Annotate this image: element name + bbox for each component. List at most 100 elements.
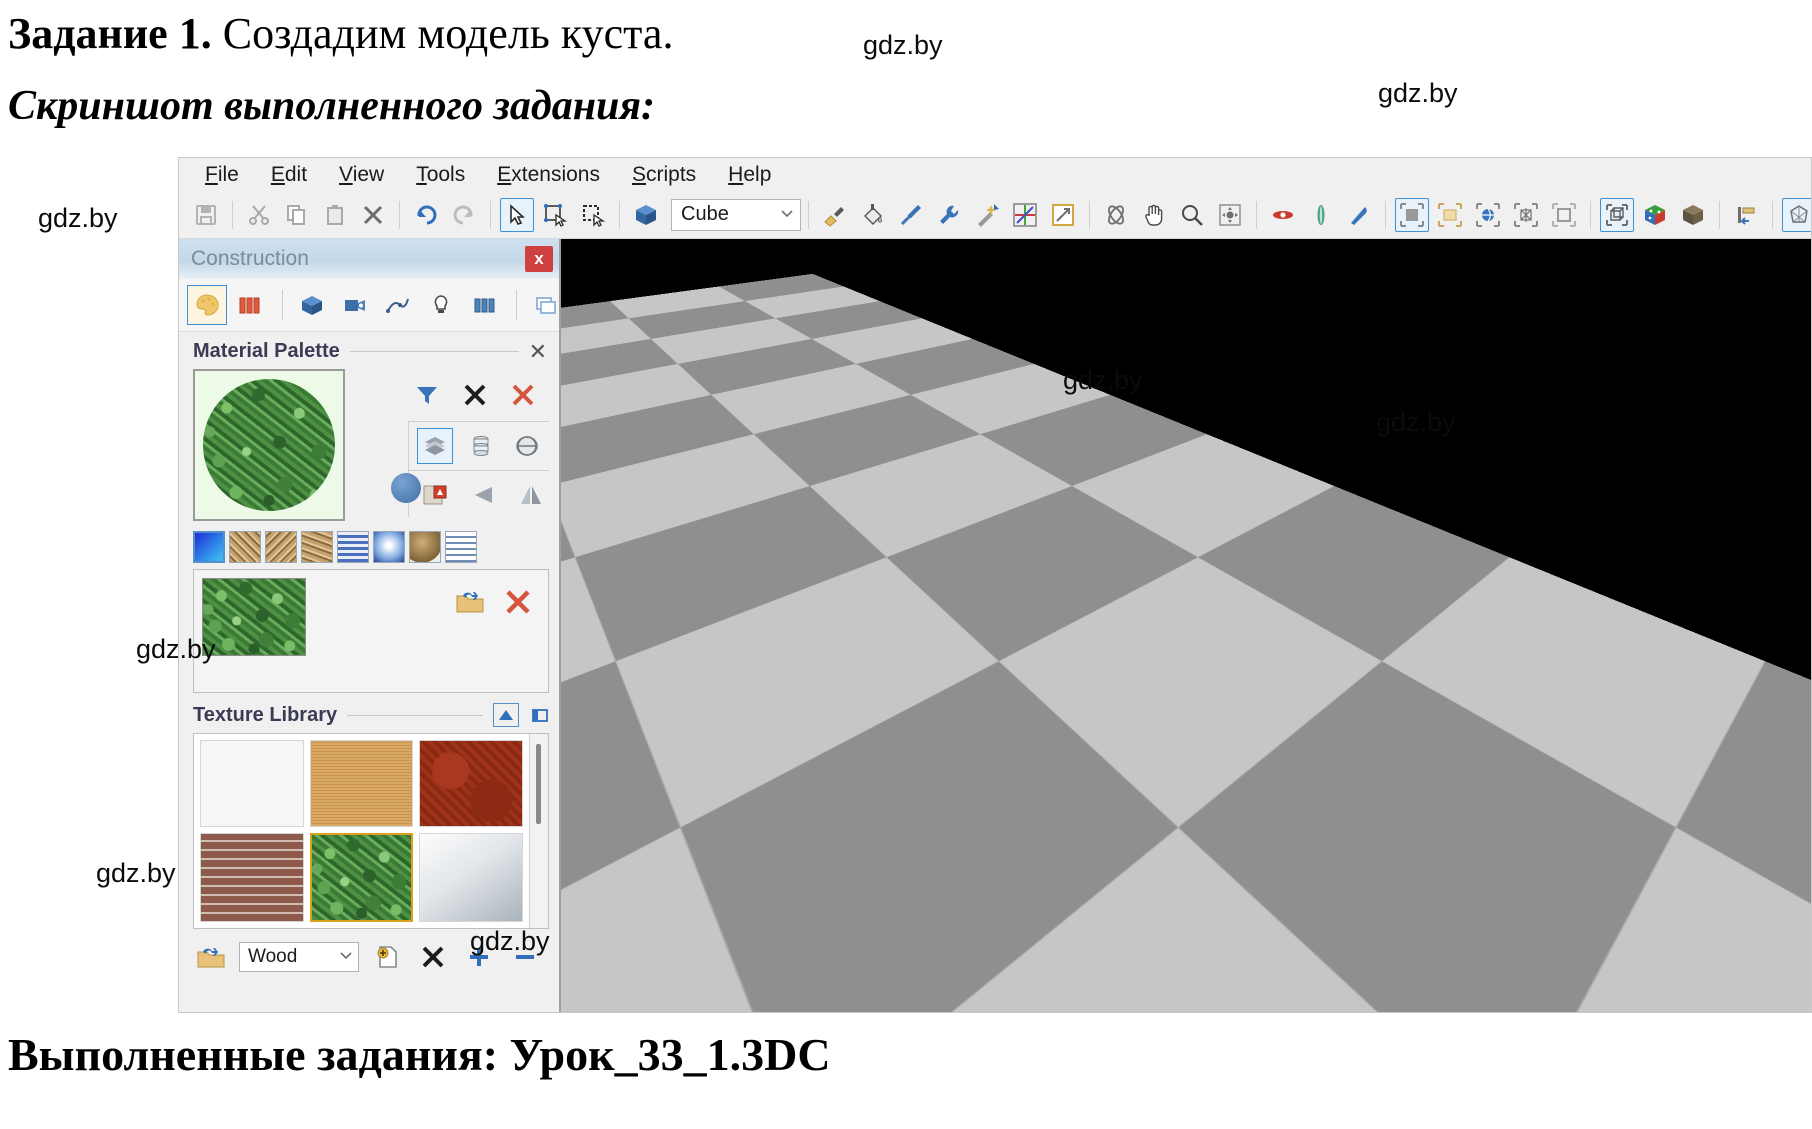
select-region-icon[interactable]	[576, 198, 610, 232]
texture-cube-icon[interactable]	[1676, 198, 1710, 232]
texture-library-grid	[194, 734, 529, 928]
delete-x-icon[interactable]	[415, 939, 451, 975]
viewport-3d[interactable]	[561, 239, 1811, 1013]
light-icon[interactable]	[1304, 198, 1338, 232]
remove-black-x-icon[interactable]	[457, 377, 493, 413]
menu-item-edit[interactable]: Edit	[255, 161, 323, 189]
material-preview[interactable]	[193, 369, 345, 521]
panel-tab-strip	[179, 279, 559, 332]
grass-texture[interactable]	[310, 833, 414, 922]
axis-gizmo-icon[interactable]	[1008, 198, 1042, 232]
books-icon[interactable]	[464, 285, 504, 325]
render-flat-icon[interactable]	[1433, 198, 1467, 232]
select-arrow-icon[interactable]	[500, 198, 534, 232]
flip-left-icon[interactable]	[465, 477, 501, 513]
pan-hand-icon[interactable]	[1137, 198, 1171, 232]
sand3-texture-swatch[interactable]	[301, 531, 333, 563]
color-swatch-dot[interactable]	[391, 473, 421, 503]
delete-red-x-icon[interactable]	[500, 584, 536, 620]
sphere-swatch[interactable]	[409, 531, 441, 563]
menu-item-help[interactable]: Help	[712, 161, 787, 189]
menu-accel-letter: V	[339, 163, 353, 186]
render-globe-icon[interactable]	[1471, 198, 1505, 232]
move-view-icon[interactable]	[1213, 198, 1247, 232]
render-box-icon[interactable]	[1547, 198, 1581, 232]
close-icon[interactable]: x	[525, 246, 553, 272]
sphere-wire-icon[interactable]	[509, 428, 545, 464]
grass-texture[interactable]	[202, 578, 306, 656]
color-cube-icon[interactable]	[1638, 198, 1672, 232]
toolbar-separator	[232, 201, 233, 229]
toolbar-separator	[1590, 201, 1591, 229]
open-folder-icon[interactable]	[193, 939, 229, 975]
zoom-magnifier-icon[interactable]	[1175, 198, 1209, 232]
bush-sphere[interactable]	[1416, 637, 1704, 937]
glow-swatch[interactable]	[373, 531, 405, 563]
mirror-icon[interactable]	[513, 477, 549, 513]
layers-icon[interactable]	[526, 285, 566, 325]
resize-icon[interactable]	[1046, 198, 1080, 232]
sand2-texture-swatch[interactable]	[265, 531, 297, 563]
new-file-icon[interactable]	[369, 939, 405, 975]
sand-texture-swatch[interactable]	[229, 531, 261, 563]
blank-texture[interactable]	[200, 740, 304, 827]
add-plus-icon[interactable]	[461, 939, 497, 975]
redo-icon[interactable]	[447, 198, 481, 232]
delete-red-x-icon[interactable]	[505, 377, 541, 413]
paint-brush-icon[interactable]	[818, 198, 852, 232]
shape-select[interactable]: Cube	[671, 199, 801, 231]
brick-texture[interactable]	[200, 833, 304, 922]
menu-item-file[interactable]: File	[189, 161, 255, 189]
cut-icon[interactable]	[242, 198, 276, 232]
filter-funnel-icon[interactable]	[409, 377, 445, 413]
open-folder-icon[interactable]	[452, 584, 488, 620]
watermark: gdz.by	[863, 30, 943, 61]
library-select[interactable]: Wood	[239, 942, 359, 972]
orbit-icon[interactable]	[1099, 198, 1133, 232]
menu-item-tools[interactable]: Tools	[400, 161, 481, 189]
pen-icon[interactable]	[1342, 198, 1376, 232]
render-wire-icon[interactable]	[1395, 198, 1429, 232]
undo-icon[interactable]	[409, 198, 443, 232]
menu-item-view[interactable]: View	[323, 161, 400, 189]
wireframe-shade-icon[interactable]	[1782, 198, 1812, 232]
camera-icon[interactable]	[335, 285, 375, 325]
primitive-cube-icon[interactable]	[629, 198, 663, 232]
menu-item-extensions[interactable]: Extensions	[481, 161, 616, 189]
delete-icon[interactable]	[356, 198, 390, 232]
render-mesh-icon[interactable]	[1509, 198, 1543, 232]
library-shelf-icon[interactable]	[230, 285, 270, 325]
texture-edit-icon[interactable]	[417, 477, 453, 513]
copy-icon[interactable]	[280, 198, 314, 232]
save-icon[interactable]	[189, 198, 223, 232]
list-swatch[interactable]	[445, 531, 477, 563]
blue-gradient-swatch[interactable]	[193, 531, 225, 563]
lamp-icon[interactable]	[421, 285, 461, 325]
palette-icon[interactable]	[187, 285, 227, 325]
eye-visibility-icon[interactable]	[1266, 198, 1300, 232]
texture-library-scrollbar[interactable]	[529, 734, 548, 928]
align-left-icon[interactable]	[1729, 198, 1763, 232]
toolbar-separator	[808, 201, 809, 229]
remove-minus-icon[interactable]	[507, 939, 543, 975]
magic-wand-icon[interactable]	[970, 198, 1004, 232]
close-icon[interactable]: ✕	[529, 341, 547, 363]
fill-bucket-icon[interactable]	[856, 198, 890, 232]
rust-red-texture[interactable]	[419, 740, 523, 827]
menu-item-scripts[interactable]: Scripts	[616, 161, 712, 189]
spline-icon[interactable]	[378, 285, 418, 325]
blue-grid-swatch[interactable]	[337, 531, 369, 563]
cube-icon[interactable]	[292, 285, 332, 325]
eyedropper-icon[interactable]	[894, 198, 928, 232]
layers-stack-icon[interactable]	[417, 428, 453, 464]
scrollbar-thumb[interactable]	[536, 744, 541, 824]
wrench-icon[interactable]	[932, 198, 966, 232]
bounding-box-icon[interactable]	[1600, 198, 1634, 232]
paste-icon[interactable]	[318, 198, 352, 232]
dock-icon[interactable]	[529, 704, 551, 726]
select-object-icon[interactable]	[538, 198, 572, 232]
cylinder-stack-icon[interactable]	[463, 428, 499, 464]
white-gradient-texture[interactable]	[419, 833, 523, 922]
collapse-up-icon[interactable]	[493, 703, 519, 727]
sandstone-texture[interactable]	[310, 740, 414, 827]
